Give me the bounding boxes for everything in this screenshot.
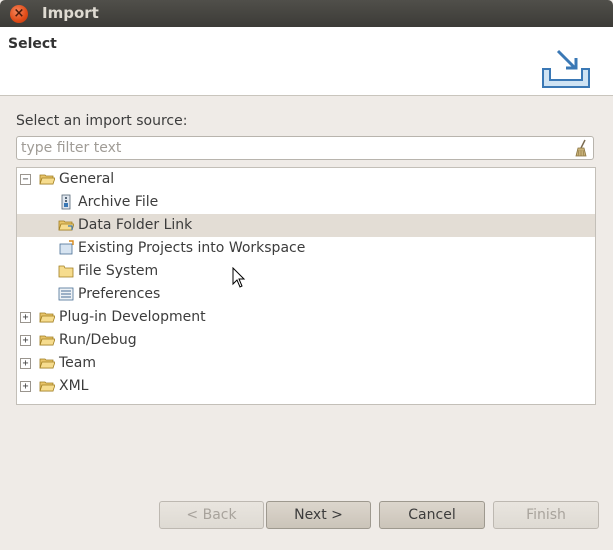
folder-open-icon: [39, 335, 55, 346]
folder-open-icon: [39, 358, 55, 369]
finish-button[interactable]: Finish: [493, 501, 599, 529]
tree-item-label: Plug-in Development: [59, 309, 206, 325]
folder-open-icon: [39, 312, 55, 323]
close-window-button[interactable]: ×: [10, 5, 28, 23]
tree-item[interactable]: + Team: [17, 352, 595, 375]
clear-filter-icon[interactable]: [573, 139, 589, 157]
tree-item[interactable]: − General: [17, 168, 595, 191]
import-source-label: Select an import source:: [16, 113, 188, 129]
tree-item-label: Team: [59, 355, 97, 371]
tree-item[interactable]: + XML: [17, 375, 595, 398]
tree-item-label: General: [59, 171, 115, 187]
collapse-icon[interactable]: −: [20, 174, 31, 185]
page-title: Select: [8, 36, 57, 52]
title-bar: × Import: [0, 0, 613, 27]
tree-item[interactable]: Preferences: [17, 283, 595, 306]
tree-item-label: File System: [78, 263, 159, 279]
preferences-icon: [58, 287, 74, 301]
folder-open-icon: [39, 381, 55, 392]
tree-item-label: Existing Projects into Workspace: [78, 240, 306, 256]
mouse-cursor-icon: [232, 267, 246, 288]
next-button[interactable]: Next >: [266, 501, 371, 529]
import-icon: [542, 49, 590, 88]
tree-item[interactable]: + Plug-in Development: [17, 306, 595, 329]
archive-file-icon: [61, 194, 71, 210]
folder-link-icon: [58, 220, 74, 231]
tree-item-label: Data Folder Link: [78, 217, 193, 233]
expand-icon[interactable]: +: [20, 358, 31, 369]
expand-icon[interactable]: +: [20, 381, 31, 392]
folder-icon: [58, 265, 74, 278]
expand-icon[interactable]: +: [20, 312, 31, 323]
filter-field[interactable]: [16, 136, 594, 160]
folder-open-icon: [39, 174, 55, 185]
tree-item[interactable]: Archive File: [17, 191, 595, 214]
expand-icon[interactable]: +: [20, 335, 31, 346]
window-title: Import: [42, 4, 99, 22]
back-button[interactable]: < Back: [159, 501, 264, 529]
tree-item-label: Preferences: [78, 286, 161, 302]
tree-item[interactable]: File System: [17, 260, 595, 283]
cancel-button[interactable]: Cancel: [379, 501, 485, 529]
tree-item[interactable]: Existing Projects into Workspace: [17, 237, 595, 260]
filter-input[interactable]: [21, 139, 569, 157]
tree-item-label: XML: [59, 378, 89, 394]
tree-item-label: Run/Debug: [59, 332, 137, 348]
tree-item-label: Archive File: [78, 194, 159, 210]
import-source-tree[interactable]: − General Archive File Data Folder Link Exis…: [16, 167, 596, 405]
projects-icon: [59, 240, 74, 255]
tree-item[interactable]: + Run/Debug: [17, 329, 595, 352]
tree-item[interactable]: Data Folder Link: [17, 214, 595, 237]
wizard-header: Select: [0, 27, 613, 96]
